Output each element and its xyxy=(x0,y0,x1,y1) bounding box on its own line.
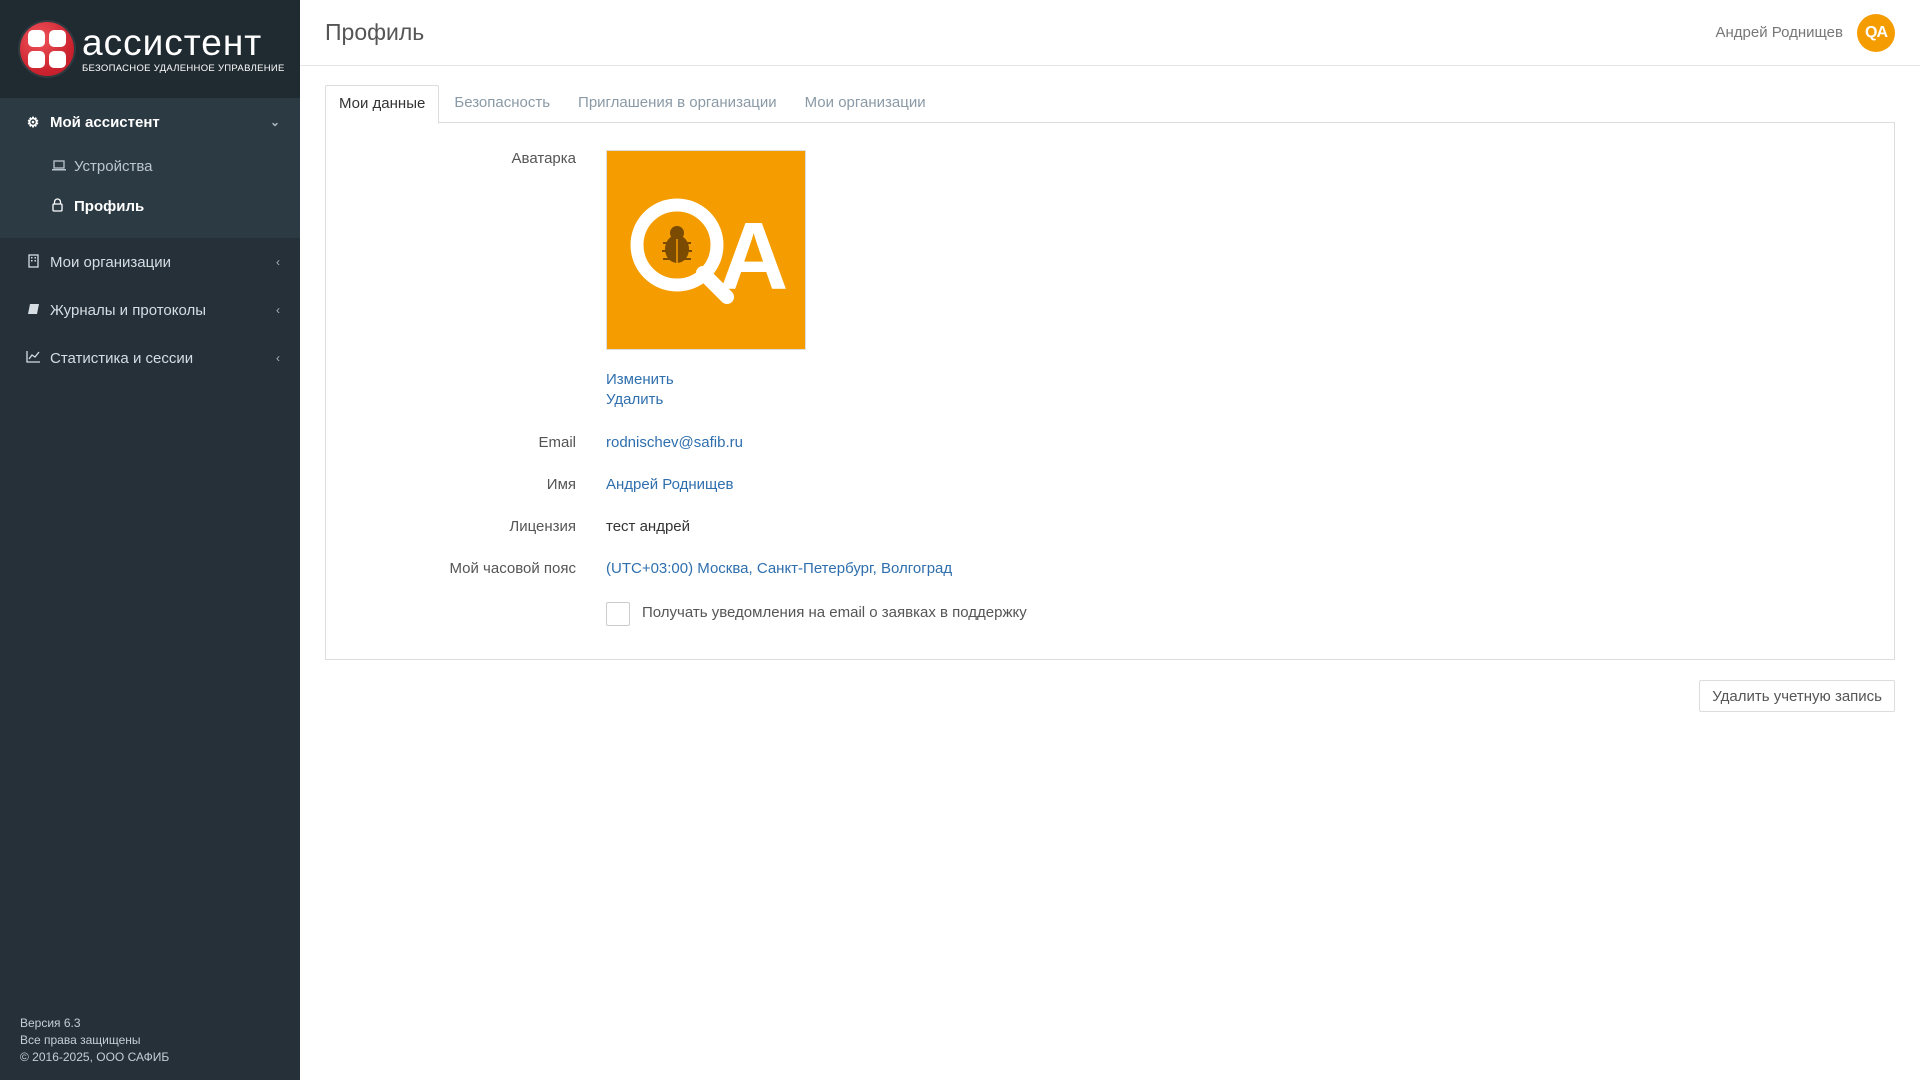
sidebar-item-label: Журналы и протоколы xyxy=(50,301,207,319)
chevron-left-icon: ‹ xyxy=(276,303,280,317)
sidebar-footer: Версия 6.3 Все права защищены © 2016-202… xyxy=(20,1015,169,1066)
profile-panel: Аватарка A Изменить Удалить Email rodnis… xyxy=(325,122,1895,660)
lock-icon xyxy=(52,197,68,215)
chevron-down-icon: ⌄ xyxy=(269,115,280,129)
version-text: Версия 6.3 xyxy=(20,1016,81,1030)
avatar[interactable]: QA xyxy=(1857,13,1895,52)
timezone-label: Мой часовой пояс xyxy=(449,560,577,577)
brand-subtitle: БЕЗОПАСНОЕ УДАЛЕННОЕ УПРАВЛЕНИЕ xyxy=(82,62,285,74)
license-label: Лицензия xyxy=(509,518,576,535)
brand-name: ассистент xyxy=(82,21,263,63)
sidebar-item-my-organizations[interactable]: Мои организации ‹ xyxy=(0,238,300,286)
sidebar-item-devices[interactable]: Устройства xyxy=(0,146,300,186)
delete-avatar-link[interactable]: Удалить xyxy=(606,390,674,410)
name-label: Имя xyxy=(546,476,576,493)
brand[interactable]: ассистент БЕЗОПАСНОЕ УДАЛЕННОЕ УПРАВЛЕНИ… xyxy=(0,0,300,98)
laptop-icon xyxy=(52,159,68,174)
sidebar-item-label: Профиль xyxy=(74,197,145,215)
user-name[interactable]: Андрей Роднищев xyxy=(1715,24,1843,41)
chevron-left-icon: ‹ xyxy=(276,255,280,269)
sidebar-item-label: Мои организации xyxy=(50,253,171,271)
building-icon xyxy=(24,253,42,271)
chevron-left-icon: ‹ xyxy=(276,351,280,365)
tab-my-data[interactable]: Мои данные xyxy=(325,85,440,124)
page-title: Профиль xyxy=(325,19,425,45)
gear-icon: ⚙ xyxy=(26,113,40,130)
timezone-value[interactable]: (UTC+03:00) Москва, Санкт-Петербург, Вол… xyxy=(606,560,952,577)
topbar: Профиль Андрей Роднищев QA xyxy=(300,0,1920,66)
sidebar-item-statistics[interactable]: Статистика и сессии ‹ xyxy=(0,334,300,382)
tab-invitations[interactable]: Приглашения в организации xyxy=(565,85,790,121)
sidebar-item-label: Устройства xyxy=(74,157,153,175)
tab-my-organizations[interactable]: Мои организации xyxy=(792,85,939,121)
sidebar: ассистент БЕЗОПАСНОЕ УДАЛЕННОЕ УПРАВЛЕНИ… xyxy=(0,0,300,1080)
sidebar-item-profile[interactable]: Профиль xyxy=(0,186,300,226)
tab-security[interactable]: Безопасность xyxy=(441,85,563,121)
license-value: тест андрей xyxy=(606,518,691,535)
change-avatar-link[interactable]: Изменить xyxy=(606,370,674,390)
name-value[interactable]: Андрей Роднищев xyxy=(606,476,734,493)
email-label: Email xyxy=(538,434,576,451)
email-value[interactable]: rodnischev@safib.ru xyxy=(606,434,743,451)
sidebar-item-logs[interactable]: Журналы и протоколы ‹ xyxy=(0,286,300,334)
notify-checkbox[interactable] xyxy=(606,602,630,626)
sidebar-item-my-assistant[interactable]: ⚙ Мой ассистент ⌄ xyxy=(0,98,300,146)
profile-avatar-image: A xyxy=(606,150,806,350)
brand-logo-icon xyxy=(20,22,74,76)
avatar-label: Аватарка xyxy=(511,150,576,167)
copyright-text: © 2016-2025, ООО САФИБ xyxy=(20,1050,170,1064)
line-chart-icon xyxy=(24,350,42,366)
user-menu[interactable]: Андрей Роднищев QA xyxy=(1715,13,1895,52)
book-icon xyxy=(24,302,42,318)
sidebar-item-label: Статистика и сессии xyxy=(50,349,194,367)
menu-group-my-assistant: ⚙ Мой ассистент ⌄ Устройства Профиль xyxy=(0,98,300,238)
profile-tabs: Мои данные Безопасность Приглашения в ор… xyxy=(325,85,1895,124)
delete-account-button[interactable]: Удалить учетную запись xyxy=(1699,680,1895,712)
notify-label[interactable]: Получать уведомления на email о заявках … xyxy=(642,604,1027,621)
rights-text: Все права защищены xyxy=(20,1033,141,1047)
sidebar-item-label: Мой ассистент xyxy=(50,113,160,131)
